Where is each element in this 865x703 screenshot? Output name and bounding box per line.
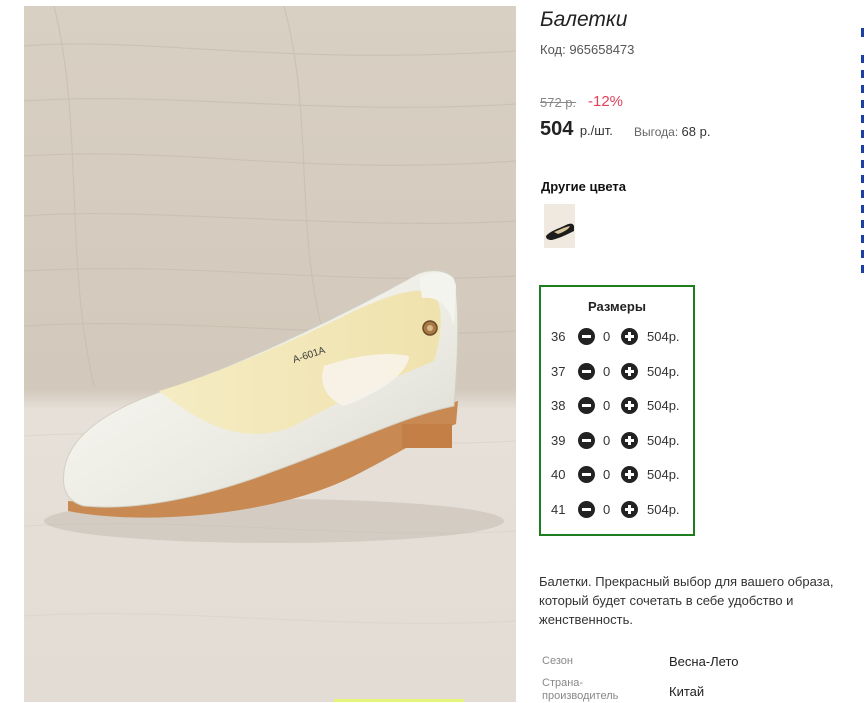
current-price: 504 <box>540 118 574 140</box>
price-unit: р./шт. <box>579 123 613 138</box>
size-value: 36 <box>551 329 566 344</box>
color-variant-black[interactable] <box>544 204 575 248</box>
size-value: 39 <box>551 433 566 448</box>
sizes-title: Размеры <box>588 299 646 314</box>
sidebar-edge-list[interactable] <box>861 55 864 275</box>
decrease-quantity-button[interactable] <box>578 501 595 518</box>
shoe-image: A-601A <box>24 6 516 702</box>
decrease-quantity-button[interactable] <box>578 432 595 449</box>
increase-quantity-button[interactable] <box>621 397 638 414</box>
decrease-quantity-button[interactable] <box>578 397 595 414</box>
increase-quantity-button[interactable] <box>621 501 638 518</box>
size-price: 504р. <box>647 364 680 379</box>
quantity-value: 0 <box>603 502 611 517</box>
spec-label-country: Страна-производитель <box>542 677 619 702</box>
product-photo[interactable]: A-601A <box>24 6 516 702</box>
saving-value: 68 р. <box>681 124 711 139</box>
size-price: 504р. <box>647 329 680 344</box>
price-row: 504 р./шт. <box>540 118 613 141</box>
size-row: 36 0 504р. <box>541 326 693 348</box>
spec-value-season: Весна-Лето <box>669 654 739 669</box>
size-value: 38 <box>551 398 566 413</box>
other-colors-title: Другие цвета <box>541 179 626 194</box>
saving-info: Выгода: 68 р. <box>634 124 710 139</box>
size-row: 40 0 504р. <box>541 464 693 486</box>
discount-badge: -12% <box>588 93 624 110</box>
quantity-value: 0 <box>603 329 611 344</box>
spec-value-country: Китай <box>669 684 705 699</box>
size-row: 39 0 504р. <box>541 430 693 452</box>
size-price: 504р. <box>647 433 680 448</box>
size-price: 504р. <box>647 467 680 482</box>
quantity-value: 0 <box>603 364 611 379</box>
quantity-value: 0 <box>603 398 611 413</box>
sizes-panel: Размеры 36 0 504р. 37 0 504р. 38 0 504р.… <box>539 285 695 536</box>
decrease-quantity-button[interactable] <box>578 466 595 483</box>
size-row: 38 0 504р. <box>541 395 693 417</box>
increase-quantity-button[interactable] <box>621 363 638 380</box>
black-shoe-thumbnail-icon <box>544 204 575 248</box>
increase-quantity-button[interactable] <box>621 432 638 449</box>
increase-quantity-button[interactable] <box>621 328 638 345</box>
increase-quantity-button[interactable] <box>621 466 638 483</box>
quantity-value: 0 <box>603 467 611 482</box>
decrease-quantity-button[interactable] <box>578 363 595 380</box>
decrease-quantity-button[interactable] <box>578 328 595 345</box>
size-row: 41 0 504р. <box>541 499 693 521</box>
size-value: 41 <box>551 502 566 517</box>
product-description: Балетки. Прекрасный выбор для вашего обр… <box>539 574 834 627</box>
old-price: 572 р. <box>540 95 577 110</box>
size-price: 504р. <box>647 398 680 413</box>
product-code: Код: 965658473 <box>540 42 635 57</box>
product-title: Балетки <box>540 8 628 31</box>
saving-label: Выгода: <box>634 125 679 139</box>
quantity-value: 0 <box>603 433 611 448</box>
size-value: 37 <box>551 364 566 379</box>
sidebar-edge-link[interactable] <box>861 28 864 37</box>
size-value: 40 <box>551 467 566 482</box>
size-row: 37 0 504р. <box>541 361 693 383</box>
spec-label-season: Сезон <box>542 655 573 667</box>
size-price: 504р. <box>647 502 680 517</box>
